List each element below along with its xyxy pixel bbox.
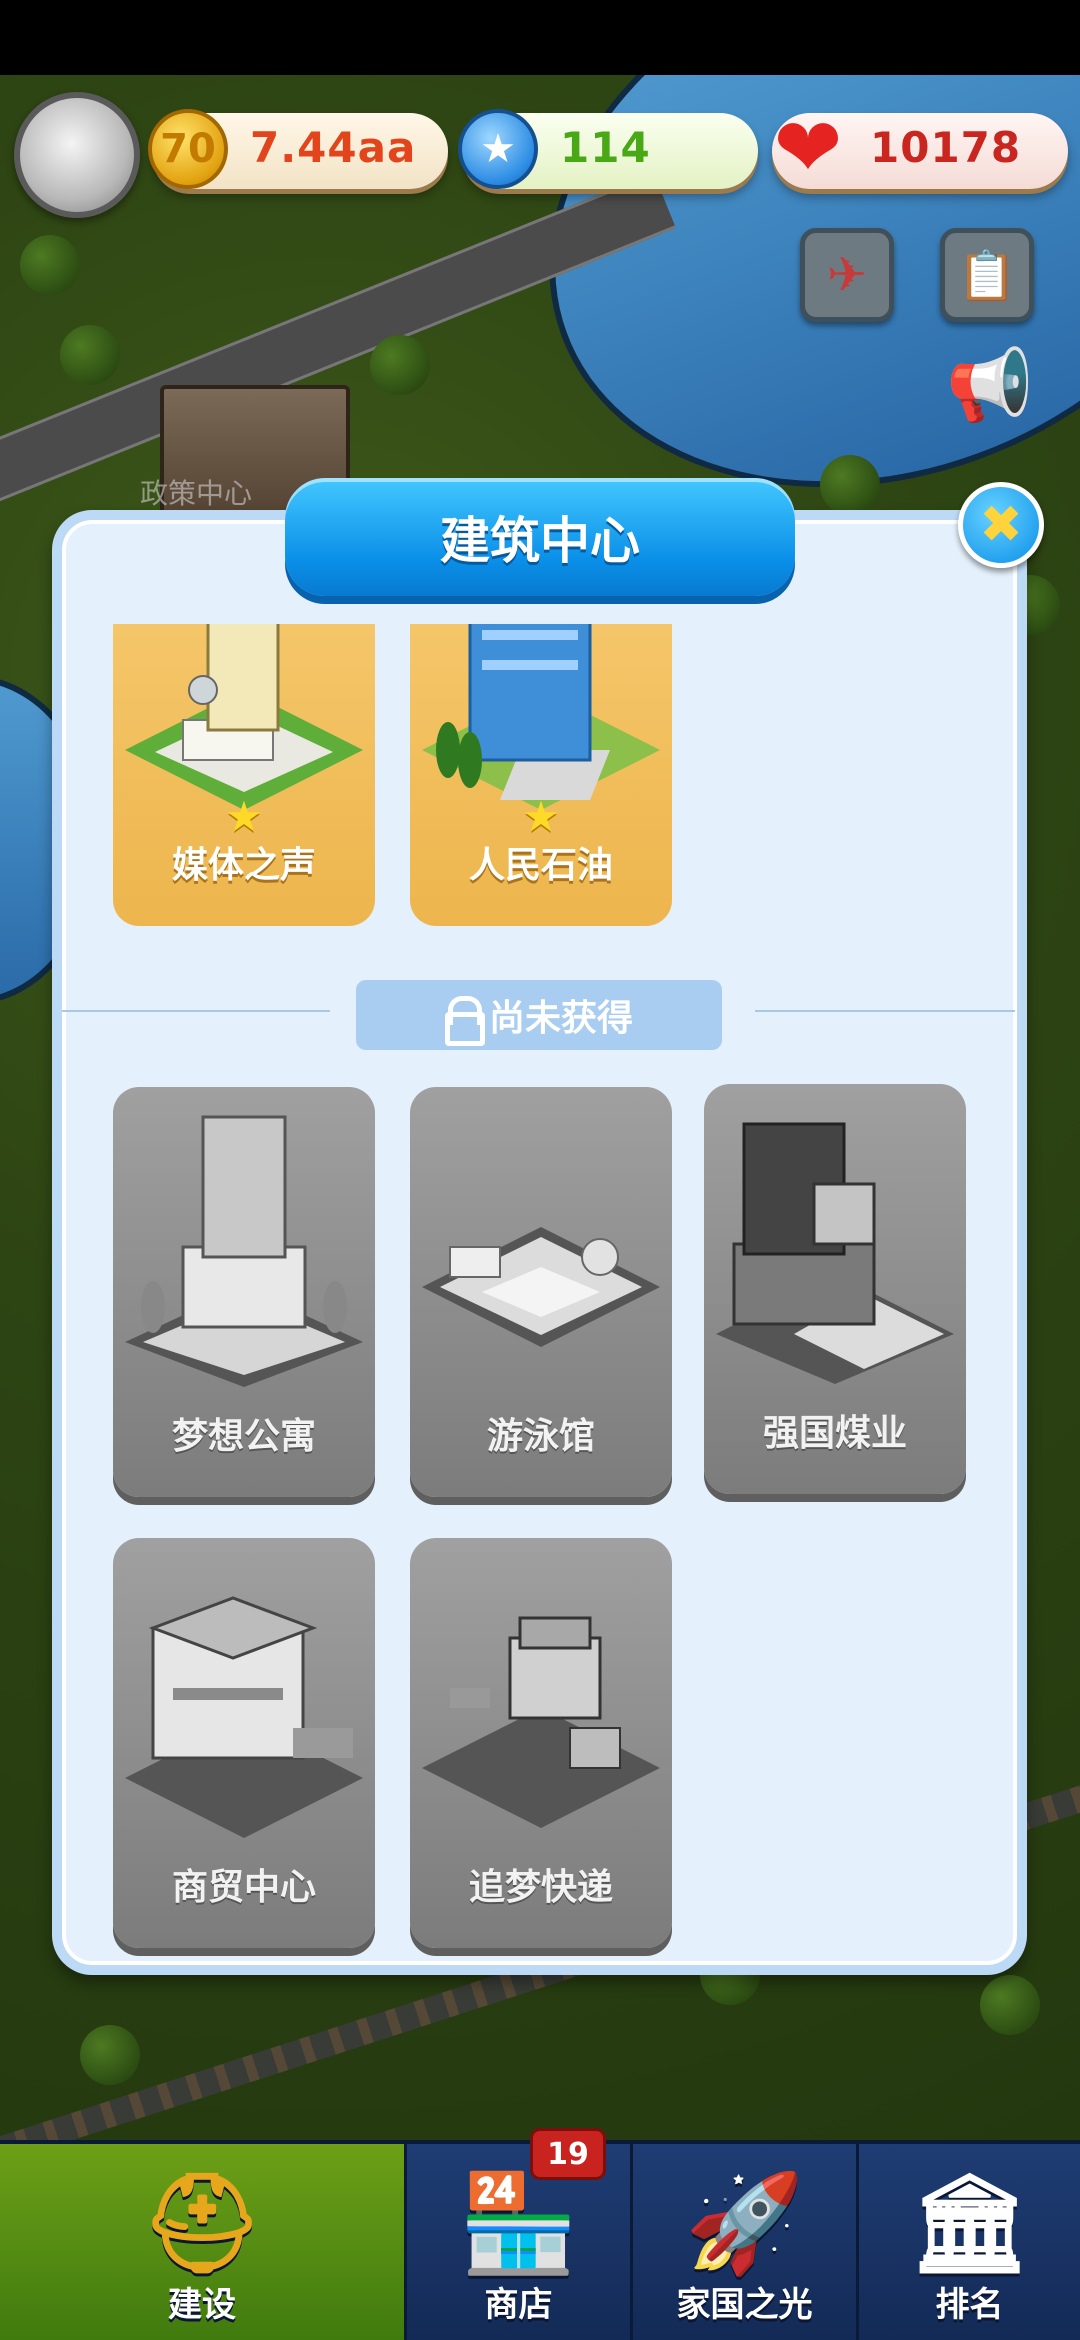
tree [980,1975,1040,2035]
panel-title: 建筑中心 [285,478,795,596]
hard-hat-icon: ⛑ [141,2167,263,2279]
gem-value: 114 [560,123,651,172]
building-card-dream-express[interactable]: 追梦快递 [410,1538,672,1948]
building-name: 媒体之声 [171,845,316,886]
building-illustration [716,1122,954,1384]
event-icon: ✈ [826,247,868,303]
nav-ranking[interactable]: 🏛 排名 [856,2144,1080,2340]
clipboard-icon: 📋 [957,247,1017,304]
building-card-coal-industry[interactable]: 强国煤业 [704,1084,966,1494]
building-name: 商贸中心 [171,1867,316,1908]
task-list-button[interactable]: 📋 [940,228,1034,322]
building-name: 梦想公寓 [171,1416,316,1457]
locked-section-label: 尚未获得 [488,998,633,1039]
lock-icon [444,996,485,1046]
nav-label: 建设 [168,2285,236,2325]
tree [20,235,80,295]
building-card-trade-center[interactable]: 商贸中心 [113,1538,375,1948]
ranking-building-icon: 🏛 [908,2167,1031,2279]
building-card-dream-apartment[interactable]: 梦想公寓 [113,1087,375,1497]
building-illustration [422,1616,660,1828]
building-name: 追梦快递 [468,1867,613,1908]
player-avatar[interactable] [14,92,140,218]
coin-value: 7.44aa [250,123,417,172]
nav-label: 家国之光 [676,2285,813,2325]
divider-left [62,1010,330,1012]
building-name: 强国煤业 [762,1413,907,1454]
nav-homeland-light[interactable]: 🚀 家国之光 [630,2144,856,2340]
shop-notification-badge: 19 [530,2128,606,2180]
gem-counter[interactable]: ★ 114 [458,109,758,189]
divider-right [755,1010,1015,1012]
building-name: 人民石油 [468,845,613,886]
announcement-horn-button[interactable]: 📢 [940,335,1040,435]
building-name: 游泳馆 [486,1416,595,1457]
tree [820,455,880,515]
nav-label: 商店 [484,2285,553,2325]
building-card-swimming-hall[interactable]: 游泳馆 [410,1087,672,1497]
nav-build[interactable]: ⛑ 建设 [0,2144,404,2340]
coin-counter[interactable]: 70 7.44aa [148,109,448,189]
building-illustration [125,1596,363,1838]
policy-center-label: 政策中心 [140,477,253,510]
tree [80,2025,140,2085]
star-icon: ★ [225,792,263,841]
heart-value: 10178 [870,123,1022,172]
event-icon-button[interactable]: ✈ [800,228,894,322]
coin-icon: 70 [148,109,228,189]
gem-icon: ★ [458,109,538,189]
rocket-icon: 🚀 [684,2167,805,2279]
status-bar [0,0,1080,75]
tree [60,325,120,385]
tree [370,335,430,395]
nav-label: 排名 [935,2285,1004,2325]
close-icon: ✖ [979,495,1023,555]
heart-counter[interactable]: ❤ 10178 [772,108,1068,190]
shop-icon: 🏪 [458,2167,579,2279]
star-icon: ★ [522,792,560,841]
building-illustration [125,1115,363,1387]
close-button[interactable]: ✖ [958,482,1044,568]
locked-section-header: 尚未获得 [356,980,722,1050]
building-illustration [422,1227,660,1347]
heart-icon: ❤ [773,101,843,196]
megaphone-icon: 📢 [946,343,1034,426]
